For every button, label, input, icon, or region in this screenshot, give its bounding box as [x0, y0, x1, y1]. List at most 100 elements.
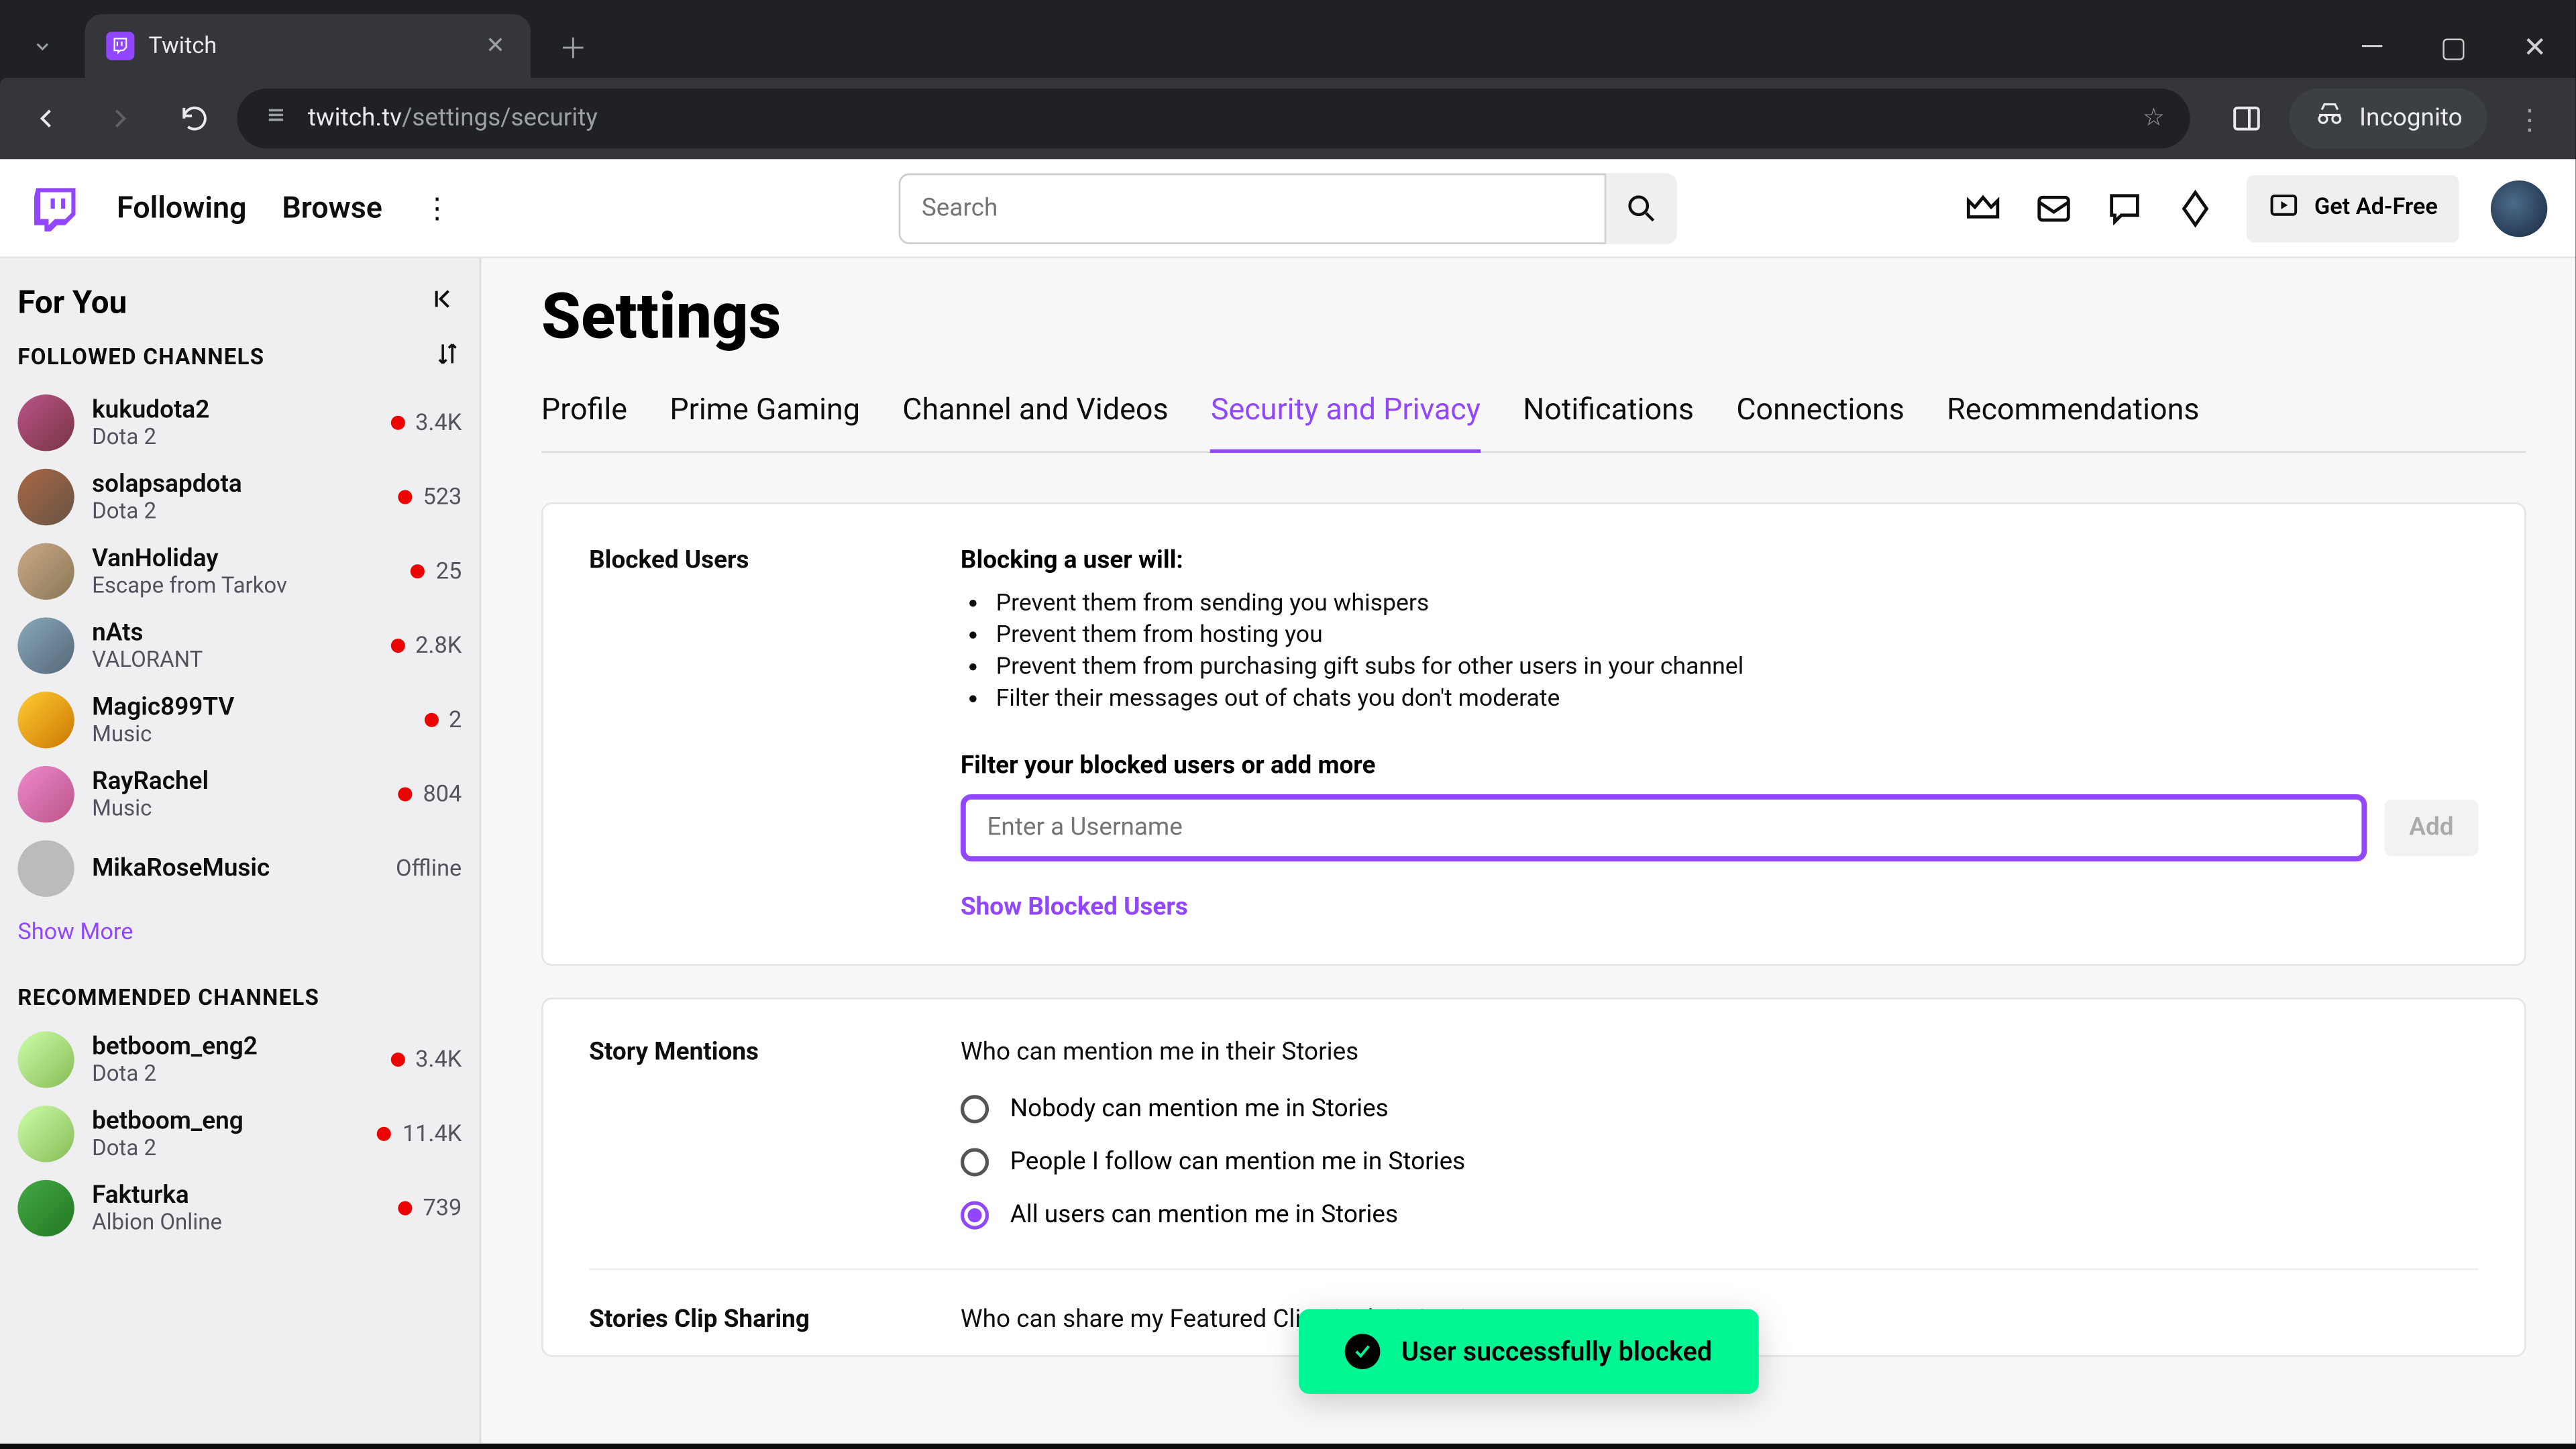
- prime-loot-icon[interactable]: [1964, 189, 2003, 227]
- reload-button[interactable]: [163, 87, 227, 150]
- live-dot-icon: [390, 416, 405, 430]
- blocking-effect-item: Prevent them from hosting you: [996, 621, 2479, 649]
- bookmark-star-icon[interactable]: ☆: [2143, 105, 2165, 133]
- ad-free-icon: [2268, 189, 2300, 227]
- followed-channels-header: FOLLOWED CHANNELS: [17, 344, 264, 371]
- new-tab-button[interactable]: ＋: [548, 21, 598, 71]
- tab-prime-gaming[interactable]: Prime Gaming: [669, 375, 860, 451]
- search-button[interactable]: [1606, 172, 1676, 243]
- story-mention-option[interactable]: People I follow can mention me in Storie…: [961, 1148, 2479, 1176]
- tab-recommendations[interactable]: Recommendations: [1947, 375, 2199, 451]
- page-title: Settings: [541, 280, 2526, 354]
- user-avatar[interactable]: [2491, 180, 2547, 236]
- nav-more-icon[interactable]: ⋮: [418, 191, 457, 225]
- incognito-icon: [2313, 99, 2345, 138]
- viewer-count: 804: [423, 781, 462, 808]
- story-mention-option[interactable]: Nobody can mention me in Stories: [961, 1095, 2479, 1123]
- back-button[interactable]: [14, 87, 78, 150]
- maximize-button[interactable]: ▢: [2413, 14, 2494, 78]
- tab-title: Twitch: [149, 33, 217, 60]
- twitch-logo-icon[interactable]: [28, 181, 81, 234]
- address-bar[interactable]: twitch.tv/settings/security ☆: [237, 89, 2190, 149]
- tab-connections[interactable]: Connections: [1736, 375, 1904, 451]
- live-dot-icon: [378, 1127, 392, 1141]
- browser-chrome: Twitch ✕ ＋ ─ ▢ ✕ twitch.tv/settings/secu…: [0, 0, 2575, 159]
- viewer-count: 2: [449, 706, 462, 733]
- chrome-menu-button[interactable]: ⋮: [2498, 87, 2561, 150]
- story-mentions-options: Nobody can mention me in Stories People I…: [961, 1095, 2479, 1229]
- show-more-link[interactable]: Show More: [17, 906, 462, 961]
- viewer-count: 3.4K: [415, 1046, 462, 1073]
- nav-browse[interactable]: Browse: [282, 190, 382, 225]
- sort-followed-icon[interactable]: [433, 339, 462, 375]
- story-settings-card: Story Mentions Who can mention me in the…: [541, 998, 2526, 1356]
- viewer-count: 739: [423, 1195, 462, 1222]
- tab-notifications[interactable]: Notifications: [1523, 375, 1694, 451]
- sidebar-channel-item[interactable]: betboom_eng Dota 2 11.4K: [17, 1097, 462, 1171]
- channel-name: solapsapdota: [92, 470, 380, 498]
- channel-name: kukudota2: [92, 395, 373, 423]
- channel-game: VALORANT: [92, 647, 373, 674]
- incognito-indicator[interactable]: Incognito: [2289, 89, 2487, 149]
- sidebar-channel-item[interactable]: solapsapdota Dota 2 523: [17, 460, 462, 535]
- live-dot-icon: [398, 787, 413, 801]
- minimize-button[interactable]: ─: [2332, 14, 2413, 78]
- get-ad-free-button[interactable]: Get Ad-Free: [2247, 174, 2459, 241]
- ad-free-label: Get Ad-Free: [2314, 195, 2438, 221]
- radio-label: All users can mention me in Stories: [1010, 1201, 1398, 1230]
- for-you-heading: For You: [17, 284, 127, 321]
- sidebar-channel-item[interactable]: betboom_eng2 Dota 2 3.4K: [17, 1022, 462, 1097]
- sidebar-channel-item[interactable]: RayRachel Music 804: [17, 757, 462, 832]
- url-host: twitch.tv: [308, 105, 402, 133]
- blocking-heading: Blocking a user will:: [961, 547, 2479, 575]
- close-window-button[interactable]: ✕: [2494, 14, 2575, 78]
- title-bar: Twitch ✕ ＋ ─ ▢ ✕: [0, 0, 2575, 78]
- channel-game: Escape from Tarkov: [92, 572, 393, 599]
- channel-game: Dota 2: [92, 1061, 373, 1087]
- tab-close-icon[interactable]: ✕: [481, 32, 509, 60]
- channel-game: Music: [92, 795, 380, 822]
- tab-security-and-privacy[interactable]: Security and Privacy: [1211, 375, 1481, 453]
- nav-following[interactable]: Following: [117, 190, 247, 225]
- tab-search-dropdown[interactable]: [7, 14, 78, 78]
- inbox-icon[interactable]: [2035, 189, 2074, 227]
- top-nav: Following Browse ⋮ Get Ad-Free: [0, 159, 2575, 258]
- settings-content: Settings Profile Prime Gaming Channel and …: [481, 258, 2575, 1444]
- settings-tabs: Profile Prime Gaming Channel and Videos Sec…: [541, 375, 2526, 453]
- show-blocked-users-link[interactable]: Show Blocked Users: [961, 894, 2479, 922]
- forward-button[interactable]: [89, 87, 152, 150]
- sidebar-channel-item[interactable]: Fakturka Albion Online 739: [17, 1171, 462, 1246]
- radio-icon: [961, 1201, 989, 1230]
- channel-name: Magic899TV: [92, 692, 407, 720]
- whispers-icon[interactable]: [2106, 189, 2145, 227]
- url-path: /settings/security: [402, 105, 598, 133]
- tab-profile[interactable]: Profile: [541, 375, 627, 451]
- browser-tab[interactable]: Twitch ✕: [85, 14, 531, 78]
- tab-channel-and-videos[interactable]: Channel and Videos: [902, 375, 1168, 451]
- recommended-channels-list: betboom_eng2 Dota 2 3.4K betboom_eng Dot…: [17, 1022, 462, 1245]
- sidebar-channel-item[interactable]: nAts VALORANT 2.8K: [17, 608, 462, 683]
- search-input[interactable]: [899, 172, 1607, 243]
- side-panel-button[interactable]: [2214, 87, 2278, 150]
- story-mention-option[interactable]: All users can mention me in Stories: [961, 1201, 2479, 1230]
- bits-icon[interactable]: [2176, 189, 2215, 227]
- sidebar-channel-item[interactable]: kukudota2 Dota 2 3.4K: [17, 386, 462, 460]
- channel-name: VanHoliday: [92, 544, 393, 572]
- live-dot-icon: [424, 713, 438, 727]
- blocked-users-card: Blocked Users Blocking a user will: Prev…: [541, 502, 2526, 966]
- story-mentions-desc: Who can mention me in their Stories: [961, 1038, 2479, 1067]
- live-dot-icon: [390, 1053, 405, 1067]
- sidebar-channel-item[interactable]: VanHoliday Escape from Tarkov 25: [17, 534, 462, 608]
- collapse-sidebar-icon[interactable]: [430, 283, 462, 322]
- sidebar-channel-item[interactable]: MikaRoseMusic Offline: [17, 831, 462, 906]
- channel-name: MikaRoseMusic: [92, 855, 378, 883]
- live-dot-icon: [411, 564, 425, 578]
- channel-avatar: [17, 841, 74, 897]
- channel-name: betboom_eng: [92, 1106, 360, 1134]
- sidebar-channel-item[interactable]: Magic899TV Music 2: [17, 683, 462, 757]
- channel-name: RayRachel: [92, 767, 380, 795]
- clip-sharing-label: Stories Clip Sharing: [589, 1305, 890, 1341]
- site-info-icon[interactable]: [262, 101, 290, 136]
- blocked-username-input[interactable]: [961, 794, 2367, 861]
- add-blocked-button[interactable]: Add: [2384, 800, 2478, 856]
